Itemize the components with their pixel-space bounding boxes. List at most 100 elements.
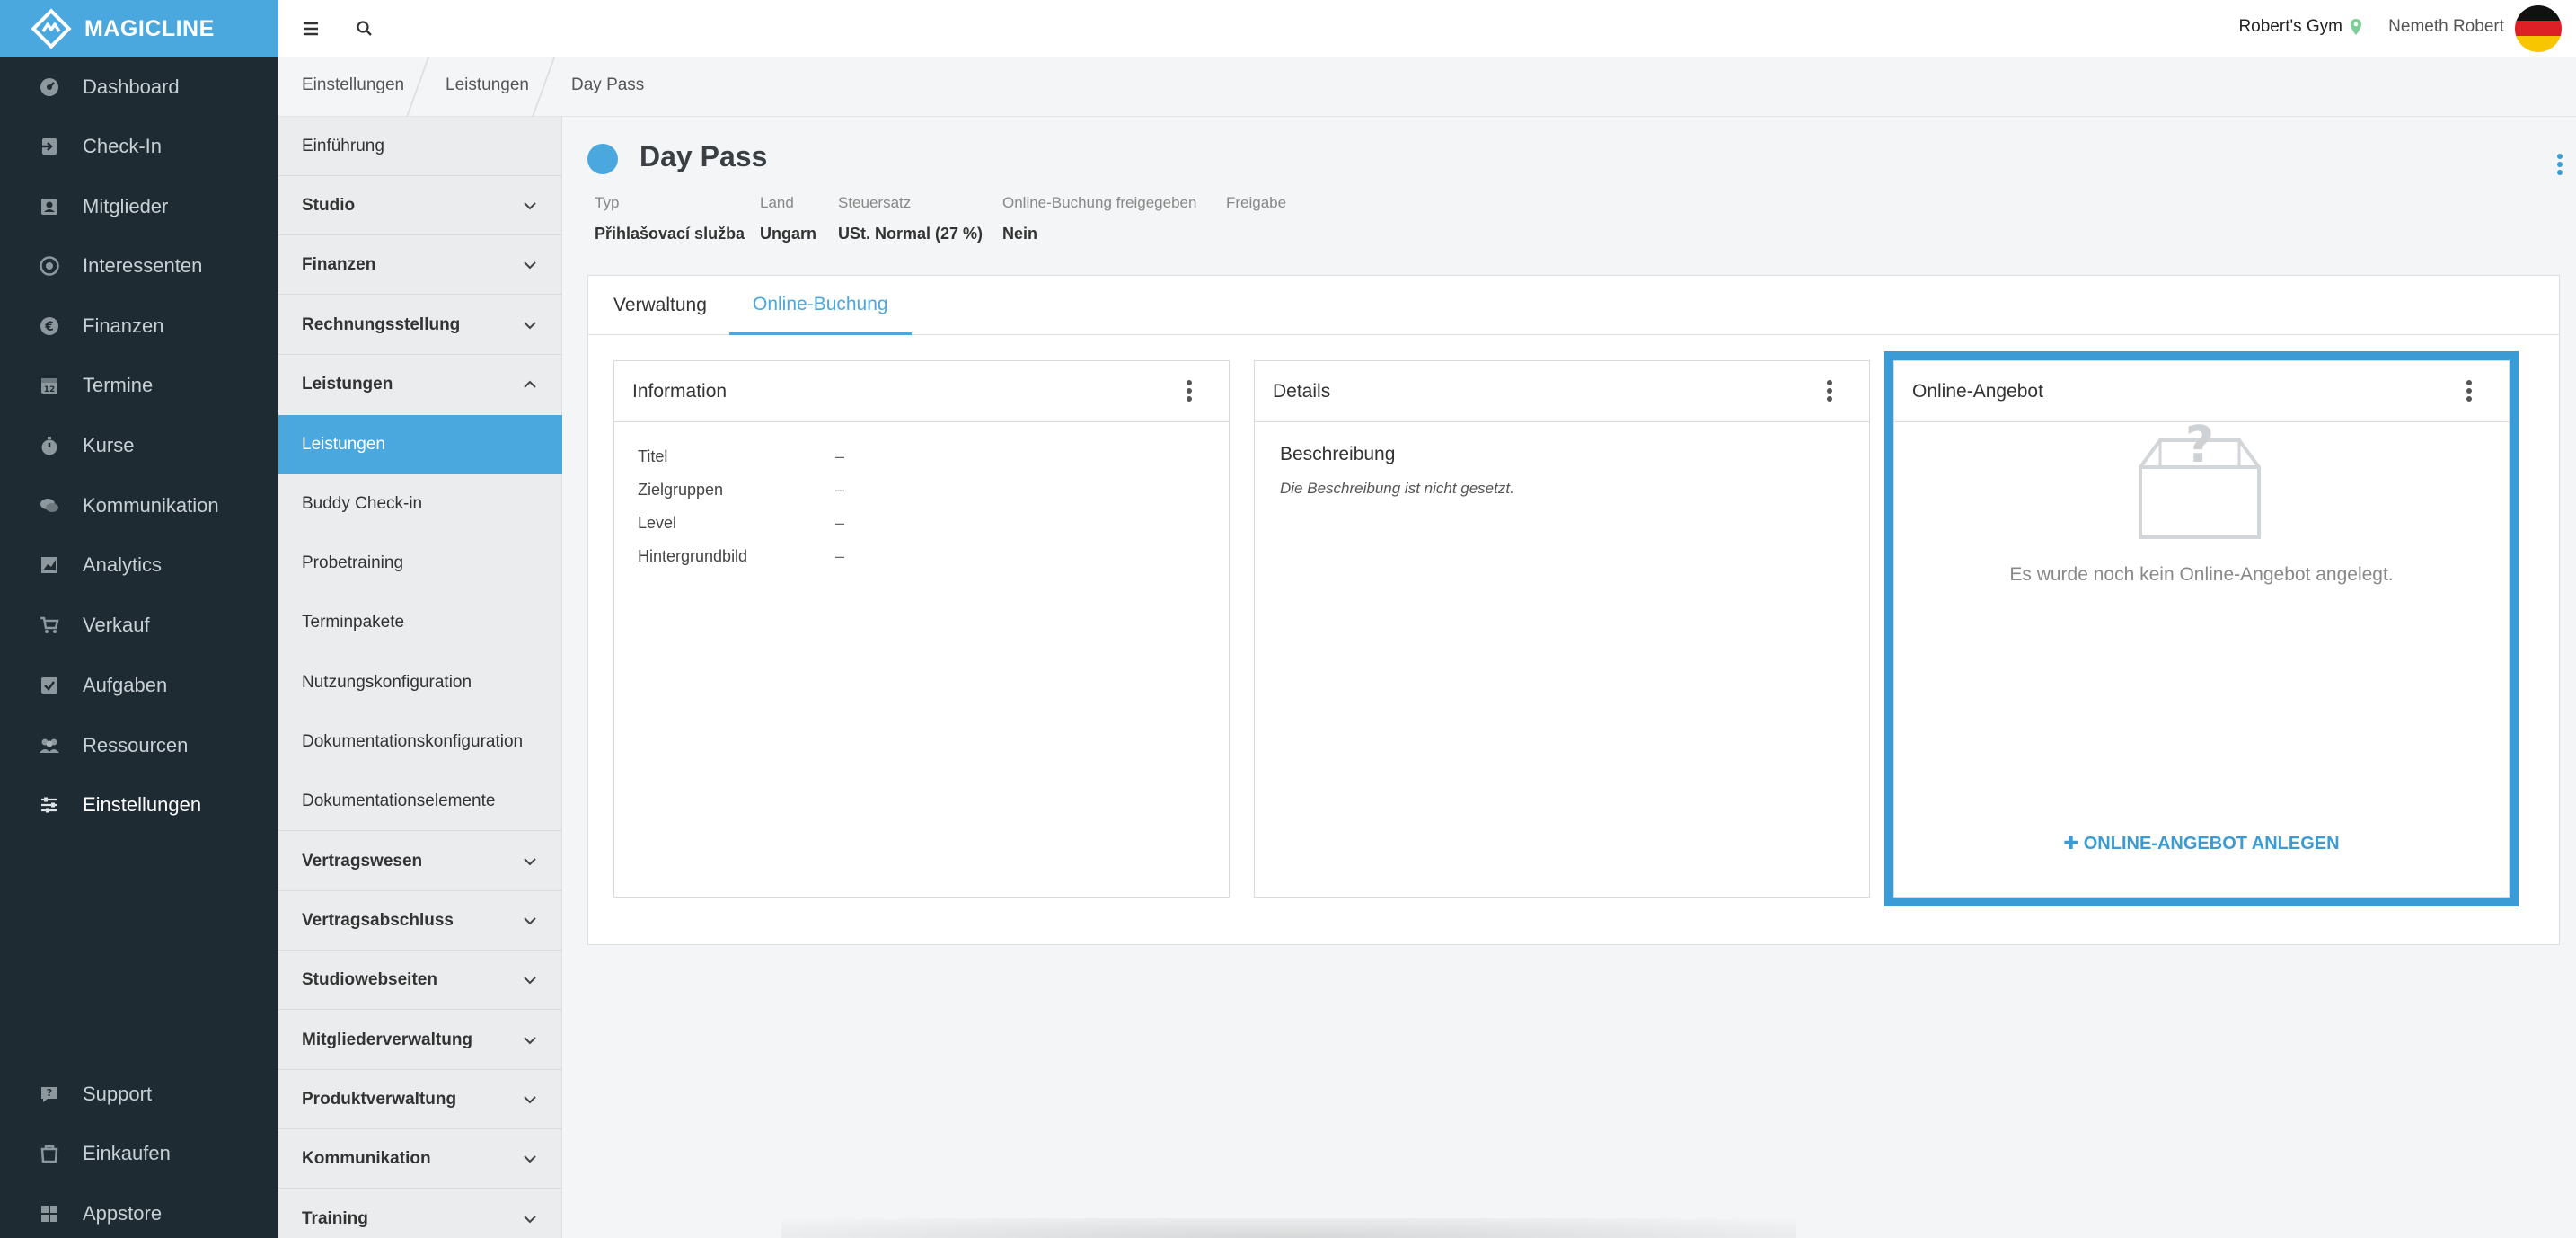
nav-item-verkauf[interactable]: Verkauf (0, 596, 278, 655)
settings-subitem-buddy-checkin[interactable]: Buddy Check-in (278, 474, 562, 534)
settings-subitem-nutzungskonfiguration[interactable]: Nutzungskonfiguration (278, 653, 562, 712)
settings-subitem-label: Leistungen (302, 435, 385, 454)
settings-section-vertragswesen[interactable]: Vertragswesen (278, 832, 562, 891)
nav-label: Support (83, 1083, 153, 1105)
search-icon[interactable] (350, 14, 379, 43)
meta-label: Steuersatz (838, 194, 912, 211)
settings-section-studiowebseiten[interactable]: Studiowebseiten (278, 951, 562, 1010)
settings-subitem-dokumentationskonfiguration[interactable]: Dokumentationskonfiguration (278, 712, 562, 772)
nav-item-termine[interactable]: 12 Termine (0, 356, 278, 415)
breadcrumb-item[interactable]: Leistungen (446, 75, 529, 95)
calendar-icon: 12 (38, 374, 61, 397)
checkin-icon (38, 135, 61, 158)
nav-item-ressourcen[interactable]: Ressourcen (0, 716, 278, 775)
nav-item-support[interactable]: ? Support (0, 1065, 278, 1124)
nav-item-checkin[interactable]: Check-In (0, 117, 278, 176)
nav-item-interessenten[interactable]: Interessenten (0, 236, 278, 296)
nav-label: Finanzen (83, 314, 164, 337)
chevron-down-icon (524, 322, 536, 330)
meta-freigabe: Freigabe (1226, 194, 1286, 225)
dashboard-icon (38, 75, 61, 99)
shop-icon (38, 1142, 61, 1165)
grid-icon (38, 1202, 61, 1225)
chevron-down-icon (524, 202, 536, 210)
card-header: Information (614, 361, 1229, 422)
breadcrumb-separator (531, 57, 556, 117)
settings-section-label: Mitgliederverwaltung (302, 1030, 473, 1049)
meta-label: Land (760, 194, 794, 211)
empty-box-icon: ? (2131, 416, 2268, 544)
nav-item-kurse[interactable]: Kurse (0, 416, 278, 475)
menu-icon[interactable] (296, 14, 325, 43)
svg-text:€: € (44, 320, 54, 334)
settings-subitem-label: Dokumentationselemente (302, 791, 496, 810)
settings-section-finanzen[interactable]: Finanzen (278, 235, 562, 295)
settings-section-leistungen[interactable]: Leistungen (278, 355, 562, 414)
settings-subitem-probetraining[interactable]: Probetraining (278, 534, 562, 593)
settings-section-studio[interactable]: Studio (278, 176, 562, 235)
people-icon (38, 734, 61, 757)
german-flag-icon[interactable] (2515, 5, 2562, 52)
top-bar: Robert's Gym Nemeth Robert (278, 0, 2576, 57)
settings-section-produktverwaltung[interactable]: Produktverwaltung (278, 1070, 562, 1129)
nav-item-analytics[interactable]: Analytics (0, 535, 278, 595)
more-vertical-icon[interactable] (2466, 379, 2473, 408)
target-icon (38, 254, 61, 278)
user-name[interactable]: Nemeth Robert (2388, 17, 2504, 37)
info-row-zielgruppen: Zielgruppen – (638, 481, 844, 500)
nav-item-dashboard[interactable]: Dashboard (0, 57, 278, 117)
more-vertical-icon[interactable] (1186, 379, 1193, 408)
nav-item-einkaufen[interactable]: Einkaufen (0, 1124, 278, 1183)
svg-text:?: ? (47, 1087, 52, 1099)
settings-section-vertragsabschluss[interactable]: Vertragsabschluss (278, 891, 562, 951)
settings-item-intro[interactable]: Einführung (278, 117, 562, 176)
meta-value: USt. Normal (27 %) (838, 225, 984, 243)
tabs-panel: Verwaltung Online-Buchung Information Ti… (587, 275, 2560, 945)
bottom-shadow (781, 1218, 1796, 1238)
settings-section-kommunikation[interactable]: Kommunikation (278, 1129, 562, 1189)
settings-subitem-leistungen[interactable]: Leistungen (278, 415, 562, 474)
chevron-up-icon (524, 380, 536, 388)
nav-item-einstellungen[interactable]: Einstellungen (0, 775, 278, 835)
gym-selector[interactable]: Robert's Gym (2238, 17, 2342, 37)
settings-section-rechnungsstellung[interactable]: Rechnungsstellung (278, 296, 562, 355)
more-vertical-icon[interactable] (2556, 153, 2563, 181)
tab-online-buchung[interactable]: Online-Buchung (729, 276, 912, 335)
info-row-level: Level – (638, 514, 844, 533)
nav-item-aufgaben[interactable]: Aufgaben (0, 656, 278, 715)
chevron-down-icon (524, 1096, 536, 1104)
cart-icon (38, 614, 61, 637)
empty-state-text: Es wurde noch kein Online-Angebot angele… (2009, 564, 2394, 585)
brand-header[interactable]: MAGICLINE (0, 0, 278, 57)
meta-steuersatz: Steuersatz USt. Normal (27 %) (838, 194, 983, 243)
settings-item-label: Einführung (302, 136, 384, 155)
button-label: ONLINE-ANGEBOT ANLEGEN (2083, 834, 2340, 853)
nav-item-mitglieder[interactable]: Mitglieder (0, 177, 278, 236)
nav-label: Appstore (83, 1202, 163, 1225)
meta-value: Nein (1002, 225, 1038, 243)
settings-subitem-label: Nutzungskonfiguration (302, 673, 472, 692)
nav-item-finanzen[interactable]: € Finanzen (0, 296, 278, 356)
row-label: Level (638, 514, 677, 532)
chevron-down-icon (524, 977, 536, 985)
nav-label: Aufgaben (83, 674, 168, 696)
row-value: – (835, 514, 845, 532)
nav-item-kommunikation[interactable]: Kommunikation (0, 476, 278, 535)
tab-verwaltung[interactable]: Verwaltung (613, 276, 707, 335)
create-online-offer-button[interactable]: ✚ ONLINE-ANGEBOT ANLEGEN (1894, 832, 2509, 854)
settings-section-training[interactable]: Training (278, 1189, 562, 1238)
nav-label: Kurse (83, 434, 135, 456)
svg-text:?: ? (2185, 420, 2214, 474)
breadcrumb-item[interactable]: Einstellungen (302, 75, 404, 95)
card-title: Information (632, 380, 728, 402)
chevron-down-icon (524, 858, 536, 866)
card-header: Online-Angebot (1894, 361, 2509, 422)
nav-item-appstore[interactable]: Appstore (0, 1184, 278, 1238)
settings-section-label: Leistungen (302, 375, 393, 394)
more-vertical-icon[interactable] (1826, 379, 1833, 408)
settings-subitem-terminpakete[interactable]: Terminpakete (278, 593, 562, 652)
meta-label: Freigabe (1226, 194, 1287, 211)
settings-subitem-dokumentationselemente[interactable]: Dokumentationselemente (278, 772, 562, 831)
breadcrumb-current: Day Pass (571, 75, 645, 94)
settings-section-mitgliederverwaltung[interactable]: Mitgliederverwaltung (278, 1011, 562, 1070)
